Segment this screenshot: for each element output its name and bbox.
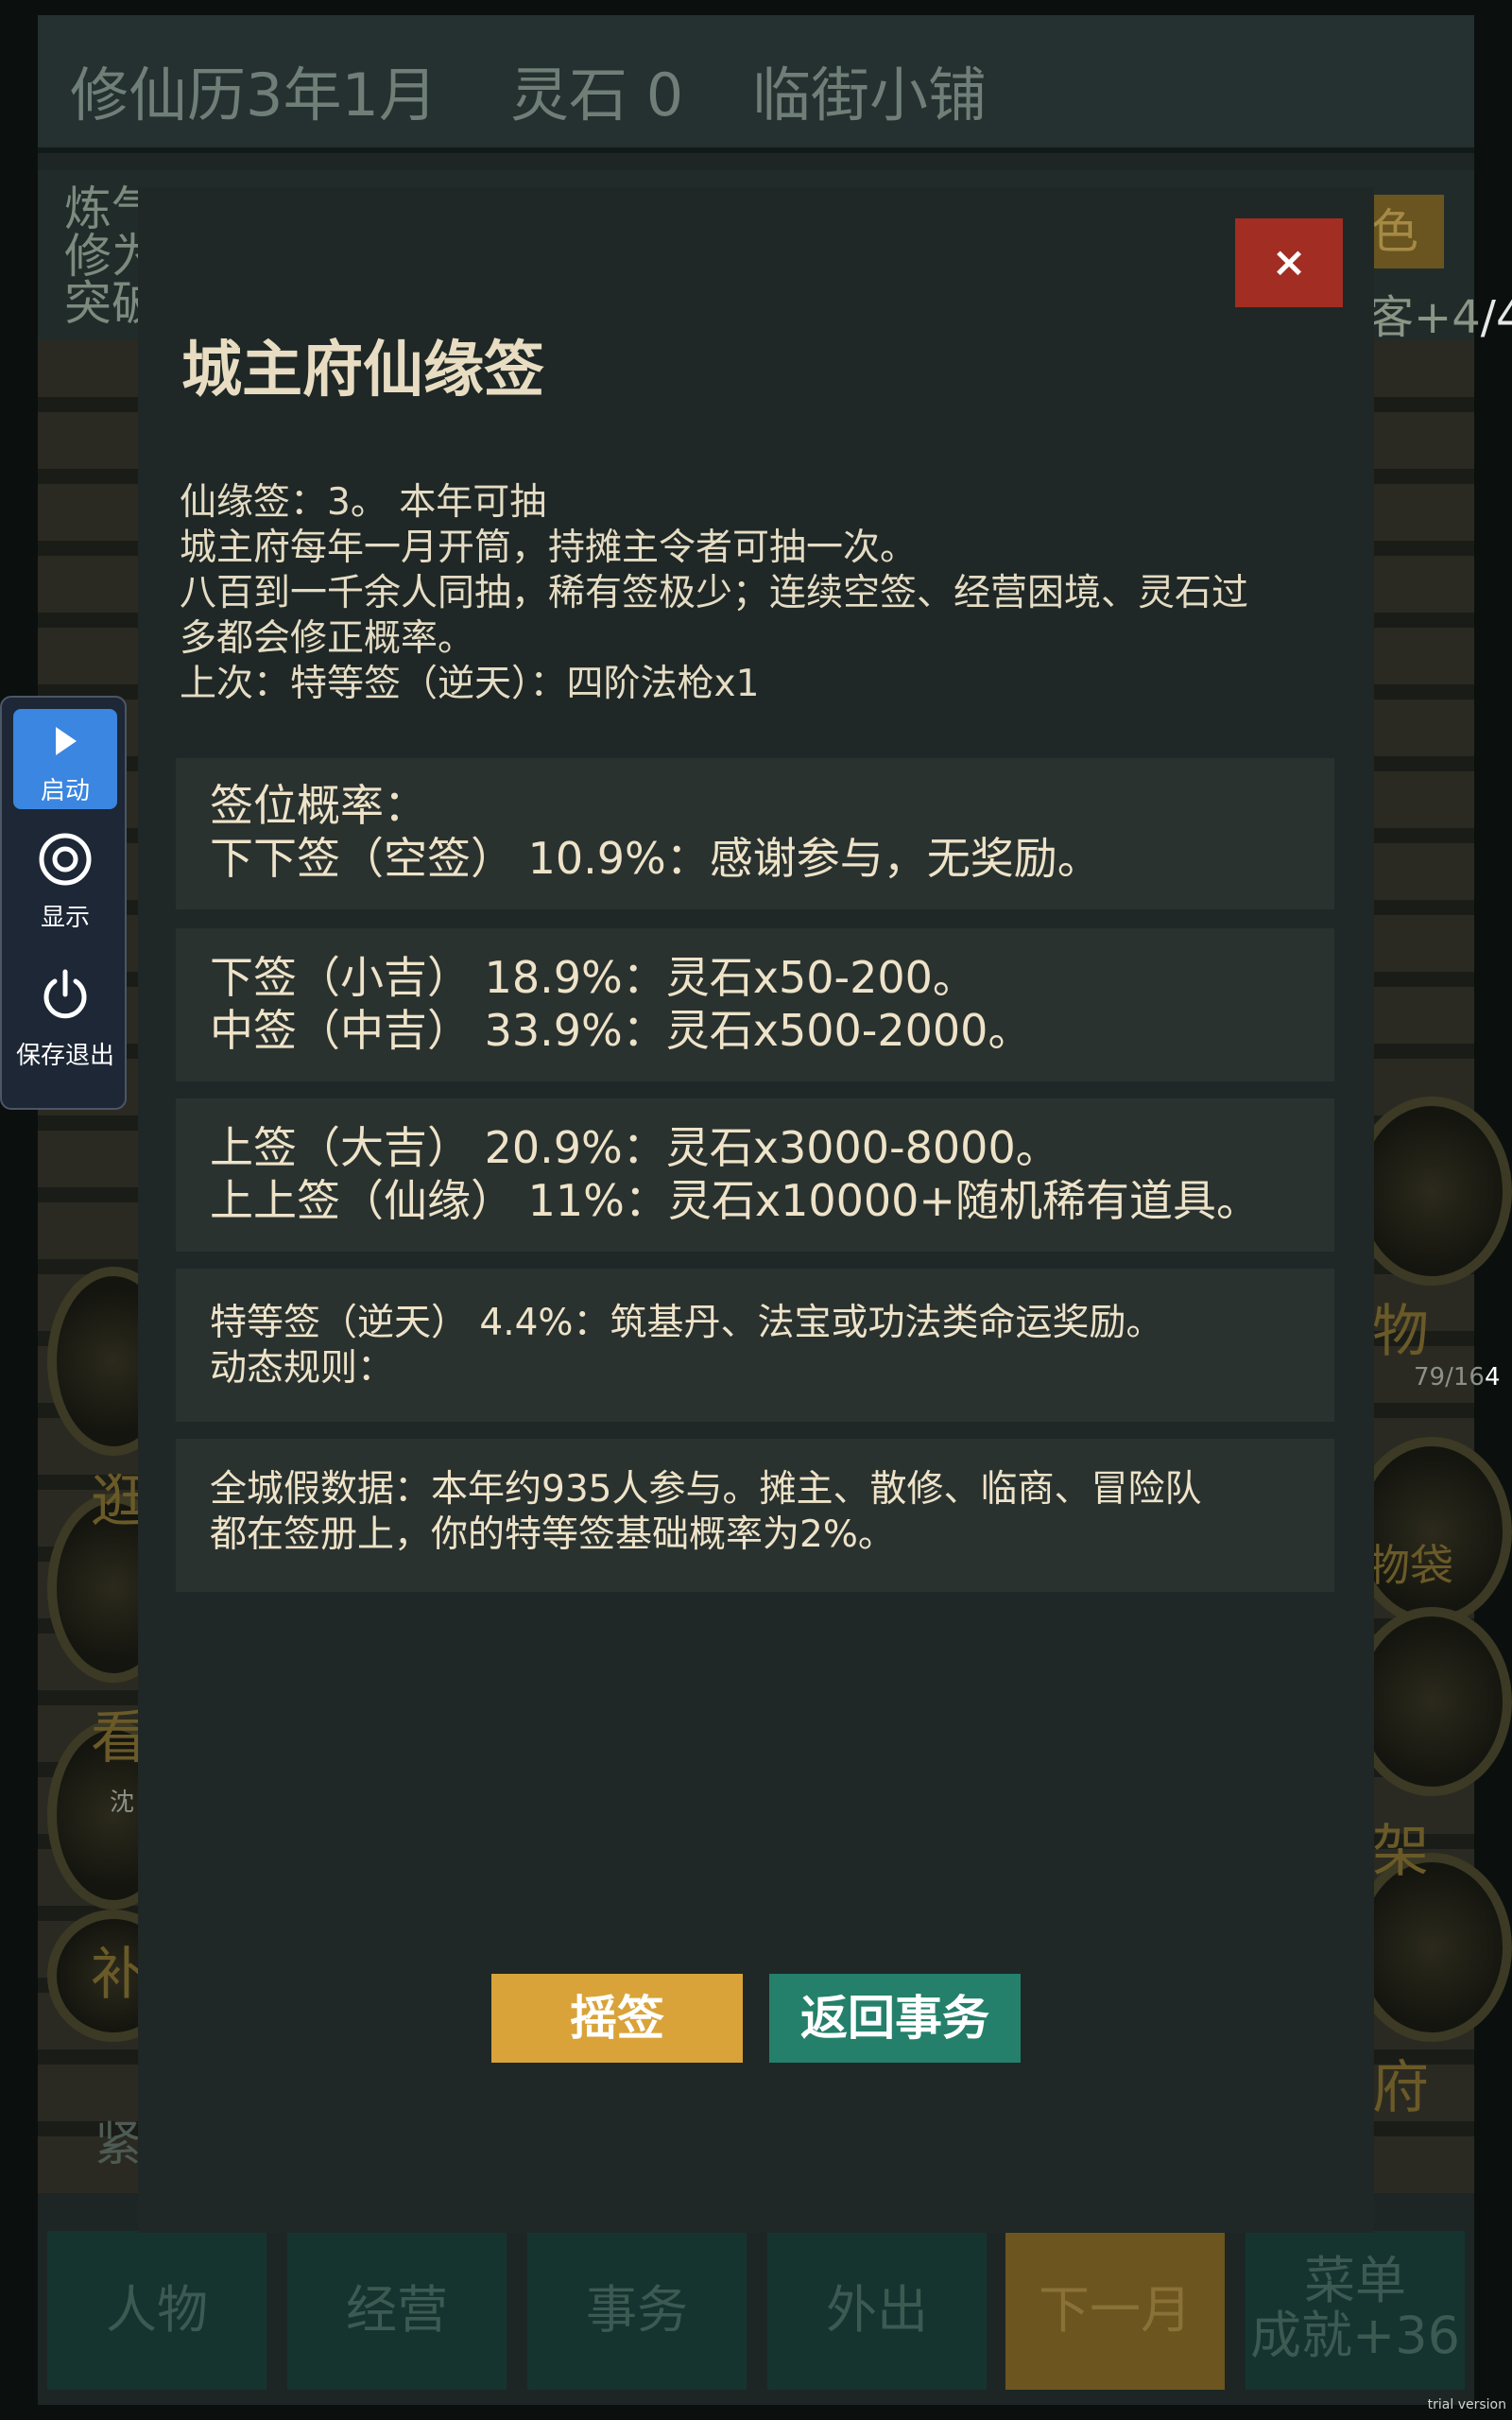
save-exit-label: 保存退出 [15, 1042, 114, 1070]
scene-label: 沈 [110, 1789, 135, 1817]
scene-medallion[interactable] [1351, 1097, 1512, 1286]
display-label: 显示 [40, 904, 90, 932]
stock-counter-value: 79/16 [1414, 1363, 1485, 1392]
calendar-date: 修仙历3年1月 [70, 60, 438, 130]
scene-label: 府 [1372, 2055, 1429, 2121]
info-line: 上次：特等签（逆天）：四阶法枪x1 [180, 663, 760, 705]
card-line: 签位概率： [210, 780, 427, 831]
trial-watermark: trial version [1427, 2397, 1506, 2412]
scene-medallion[interactable] [1351, 1607, 1512, 1796]
target-icon [39, 833, 92, 886]
card-line: 中签（中吉） 33.9%：灵石x500-2000。 [210, 1005, 1032, 1056]
card-line: 下下签（空签） 10.9%：感谢参与，无奖励。 [210, 833, 1101, 884]
save-exit-button[interactable]: 保存退出 [13, 968, 117, 1091]
achievements-label: 成就+36 [1250, 2306, 1460, 2365]
spirit-stone-count: 灵石 0 [510, 60, 684, 130]
card-line: 下签（小吉） 18.9%：灵石x50-200。 [210, 952, 976, 1003]
probability-card: 特等签（逆天） 4.4%：筑基丹、法宝或功法类命运奖励。 动态规则： [176, 1269, 1334, 1422]
urgent-label: 紧 [94, 2117, 142, 2171]
menu-label: 菜单 [1304, 2251, 1406, 2310]
info-line: 城主府每年一月开筒，持摊主令者可抽一次。 [180, 527, 918, 569]
card-line: 动态规则： [210, 1347, 395, 1390]
probability-card: 上签（大吉） 20.9%：灵石x3000-8000。 上上签（仙缘） 11%：灵… [176, 1098, 1334, 1252]
info-line: 八百到一千余人同抽，稀有签极少；连续空签、经营困境、灵石过 [180, 572, 1249, 614]
bottom-nav: 人物 经营 事务 外出 下一月 菜单 成就+36 [47, 2231, 1465, 2390]
card-line: 上签（大吉） 20.9%：灵石x3000-8000。 [210, 1122, 1059, 1173]
shop-name: 临街小铺 [752, 60, 988, 130]
card-line: 都在签册上，你的特等签基础概率为2%。 [210, 1513, 895, 1556]
probability-card: 下签（小吉） 18.9%：灵石x50-200。 中签（中吉） 33.9%：灵石x… [176, 928, 1334, 1081]
close-button[interactable]: × [1235, 218, 1343, 307]
draw-lot-button[interactable]: 摇签 [491, 1974, 743, 2063]
guest-counter-value: /4 [1480, 291, 1512, 344]
start-label: 启动 [40, 777, 90, 805]
power-icon [43, 969, 87, 1019]
dialog-title: 城主府仙缘签 [181, 336, 544, 406]
probability-card: 签位概率： 下下签（空签） 10.9%：感谢参与，无奖励。 [176, 758, 1334, 909]
card-line: 特等签（逆天） 4.4%：筑基丹、法宝或功法类命运奖励。 [210, 1302, 1163, 1344]
floating-toolbar: 启动 显示 保存退出 [0, 696, 127, 1110]
display-button[interactable]: 显示 [13, 830, 117, 943]
nav-character-button[interactable]: 人物 [47, 2231, 266, 2390]
card-line: 全城假数据：本年约935人参与。摊主、散修、临商、冒险队 [210, 1468, 1202, 1511]
info-line: 仙缘签：3。 本年可抽 [180, 481, 547, 524]
card-line: 上上签（仙缘） 11%：灵石x10000+随机稀有道具。 [210, 1175, 1260, 1226]
scene-label: 架 [1372, 1819, 1429, 1885]
start-button[interactable]: 启动 [13, 709, 117, 809]
nav-outing-button[interactable]: 外出 [767, 2231, 987, 2390]
scene-label: 物袋 [1366, 1540, 1453, 1591]
city-stats-card: 全城假数据：本年约935人参与。摊主、散修、临商、冒险队 都在签册上，你的特等签… [176, 1439, 1334, 1592]
status-bar: 修仙历3年1月 灵石 0 临街小铺 [38, 15, 1474, 153]
nav-business-button[interactable]: 经营 [287, 2231, 507, 2390]
menu-button[interactable]: 菜单 成就+36 [1246, 2231, 1465, 2390]
nav-affairs-button[interactable]: 事务 [527, 2231, 747, 2390]
next-month-button[interactable]: 下一月 [1005, 2231, 1225, 2390]
guest-counter-label: 客+4 [1368, 291, 1481, 344]
info-line: 多都会修正概率。 [180, 617, 475, 660]
return-affairs-button[interactable]: 返回事务 [769, 1974, 1021, 2063]
guest-counter: 客+4/4 [1368, 280, 1512, 346]
play-icon [56, 727, 77, 755]
dialog-info: 仙缘签：3。 本年可抽 城主府每年一月开筒，持摊主令者可抽一次。 八百到一千余人… [180, 480, 1342, 707]
scene-label: 物 [1372, 1299, 1429, 1365]
stock-counter-tail: 4 [1484, 1363, 1501, 1392]
stock-counter: 79/164 [1414, 1363, 1500, 1392]
